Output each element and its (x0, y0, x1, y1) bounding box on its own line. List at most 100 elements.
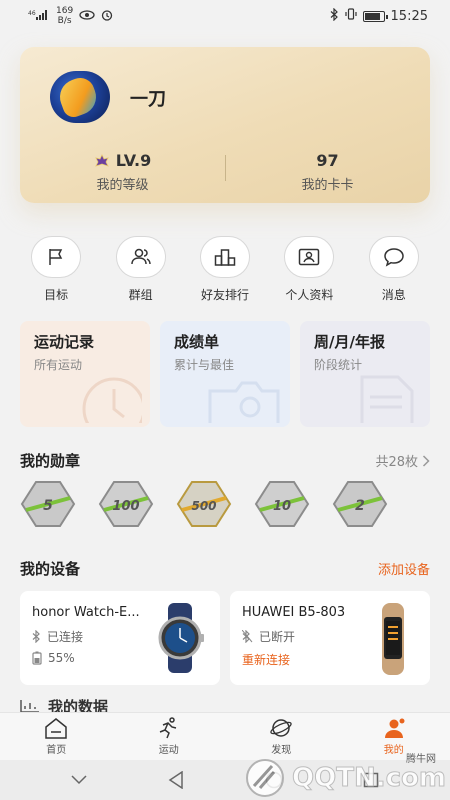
medal-icon[interactable]: 500 (176, 480, 232, 528)
collapse-nav-button[interactable] (69, 770, 89, 790)
main-scroll[interactable]: 一刀 LV.9 我的等级 97 我的卡卡 目标 群组 好友排行 个人资料 消息 … (0, 32, 450, 712)
medal-value: 5 (43, 498, 53, 514)
tab-home[interactable]: 首页 (0, 713, 113, 760)
cards-label: 我的卡卡 (301, 178, 354, 193)
flag-icon (49, 249, 63, 265)
device-battery: 55% (48, 651, 75, 665)
report-tiles: 运动记录 所有运动 成绩单 累计与最佳 周/月/年报 阶段统计 (20, 321, 430, 427)
tab-exercise[interactable]: 运动 (113, 713, 226, 760)
action-profile[interactable]: 个人资料 (269, 236, 349, 306)
action-ranking[interactable]: 好友排行 (185, 236, 265, 306)
signal-label: 46 (28, 10, 36, 17)
action-group[interactable]: 群组 (101, 236, 181, 306)
person-icon (384, 718, 405, 738)
device-card-watch[interactable]: honor Watch-E... 已连接 55% (20, 591, 220, 685)
medal-icon[interactable]: 2 (332, 480, 388, 528)
cards-stat[interactable]: 97 我的卡卡 (225, 151, 430, 193)
chevron-down-icon (71, 775, 87, 785)
action-label: 好友排行 (200, 288, 249, 302)
net-speed: 169 B/s (56, 6, 73, 26)
planet-icon (270, 719, 292, 737)
tile-records[interactable]: 运动记录 所有运动 (20, 321, 150, 427)
data-chart-icon (20, 700, 39, 712)
id-card-icon (299, 248, 320, 266)
net-speed-unit: B/s (57, 16, 72, 26)
medal-value: 100 (112, 499, 139, 514)
smartwatch-image (158, 603, 204, 673)
cards-value: 97 (316, 151, 339, 170)
net-speed-value: 169 (56, 6, 74, 16)
tab-label: 发现 (271, 745, 292, 756)
action-messages[interactable]: 消息 (354, 236, 434, 306)
action-goal[interactable]: 目标 (16, 236, 96, 306)
back-triangle-icon (168, 771, 183, 789)
tile-title: 周/月/年报 (314, 333, 385, 351)
battery-icon (362, 10, 388, 22)
devices-header: 我的设备 添加设备 (20, 558, 430, 579)
alarm-icon (101, 9, 113, 24)
avatar[interactable] (50, 71, 110, 123)
tile-title: 成绩单 (174, 333, 220, 351)
clock-decoration-icon (82, 377, 142, 423)
level-stat[interactable]: LV.9 我的等级 (20, 151, 225, 193)
level-badge-icon (94, 153, 109, 167)
device-card-band[interactable]: HUAWEI B5-803 已断开 重新连接 (230, 591, 430, 685)
medal-value: 10 (273, 499, 291, 514)
group-icon (130, 248, 151, 265)
action-label: 目标 (44, 288, 69, 302)
my-data-title: 我的数据 (48, 697, 109, 713)
status-bar: 46 169 B/s 15:25 (0, 0, 450, 32)
level-value: LV.9 (115, 151, 152, 170)
action-label: 群组 (128, 288, 153, 302)
document-decoration-icon (360, 375, 414, 423)
devices-list: honor Watch-E... 已连接 55% HUAWEI B5-803 已… (20, 591, 430, 685)
medals-row: 5 100 500 10 2 (20, 480, 430, 536)
tab-label: 我的 (383, 745, 404, 756)
fitness-band-image (382, 603, 404, 675)
add-device-button[interactable]: 添加设备 (378, 559, 430, 578)
quick-actions: 目标 群组 好友排行 个人资料 消息 (0, 236, 450, 306)
watermark-sub: 腾牛网 (406, 754, 436, 765)
tile-results[interactable]: 成绩单 累计与最佳 (160, 321, 290, 427)
medals-count: 共28枚 (375, 455, 418, 470)
trophy-decoration-icon (208, 381, 280, 423)
tile-reports[interactable]: 周/月/年报 阶段统计 (300, 321, 430, 427)
home-icon (45, 718, 67, 739)
medal-icon[interactable]: 10 (254, 480, 310, 528)
tab-discover[interactable]: 发现 (225, 713, 338, 760)
medals-title: 我的勋章 (20, 452, 81, 470)
tab-bar: 首页 运动 发现 我的 (0, 712, 450, 760)
watermark-emblem-icon (246, 759, 285, 797)
battery-fill (364, 12, 380, 20)
chevron-right-icon (422, 454, 430, 467)
vibrate-icon (344, 8, 357, 24)
medals-header: 我的勋章 共28枚 (20, 450, 430, 471)
eye-icon (79, 9, 95, 23)
level-label: 我的等级 (96, 178, 149, 193)
tile-title: 运动记录 (34, 333, 95, 351)
battery-vertical-icon (32, 651, 42, 665)
ranking-icon (214, 249, 236, 266)
profile-card[interactable]: 一刀 LV.9 我的等级 97 我的卡卡 (20, 47, 430, 203)
bluetooth-icon (330, 7, 339, 25)
medal-icon[interactable]: 5 (20, 480, 76, 528)
devices-title: 我的设备 (20, 560, 81, 578)
bluetooth-off-icon (242, 630, 253, 643)
tab-label: 首页 (46, 745, 67, 756)
medal-value: 500 (191, 499, 216, 513)
medal-icon[interactable]: 100 (98, 480, 154, 528)
clock: 15:25 (390, 8, 428, 24)
status-right: 15:25 (330, 7, 428, 25)
chat-bubble-icon (383, 248, 404, 267)
medals-more-link[interactable]: 共28枚 (375, 451, 430, 470)
status-left: 46 169 B/s (28, 6, 113, 26)
back-button[interactable] (166, 770, 186, 790)
action-label: 消息 (381, 288, 406, 302)
device-status: 已断开 (259, 630, 296, 644)
running-icon (159, 717, 176, 739)
device-status: 已连接 (47, 630, 84, 644)
watermark-text: QQTN.com (292, 763, 447, 794)
tab-label: 运动 (158, 745, 179, 756)
my-data-row[interactable]: 我的数据 (20, 696, 430, 712)
medal-value: 2 (355, 498, 365, 514)
